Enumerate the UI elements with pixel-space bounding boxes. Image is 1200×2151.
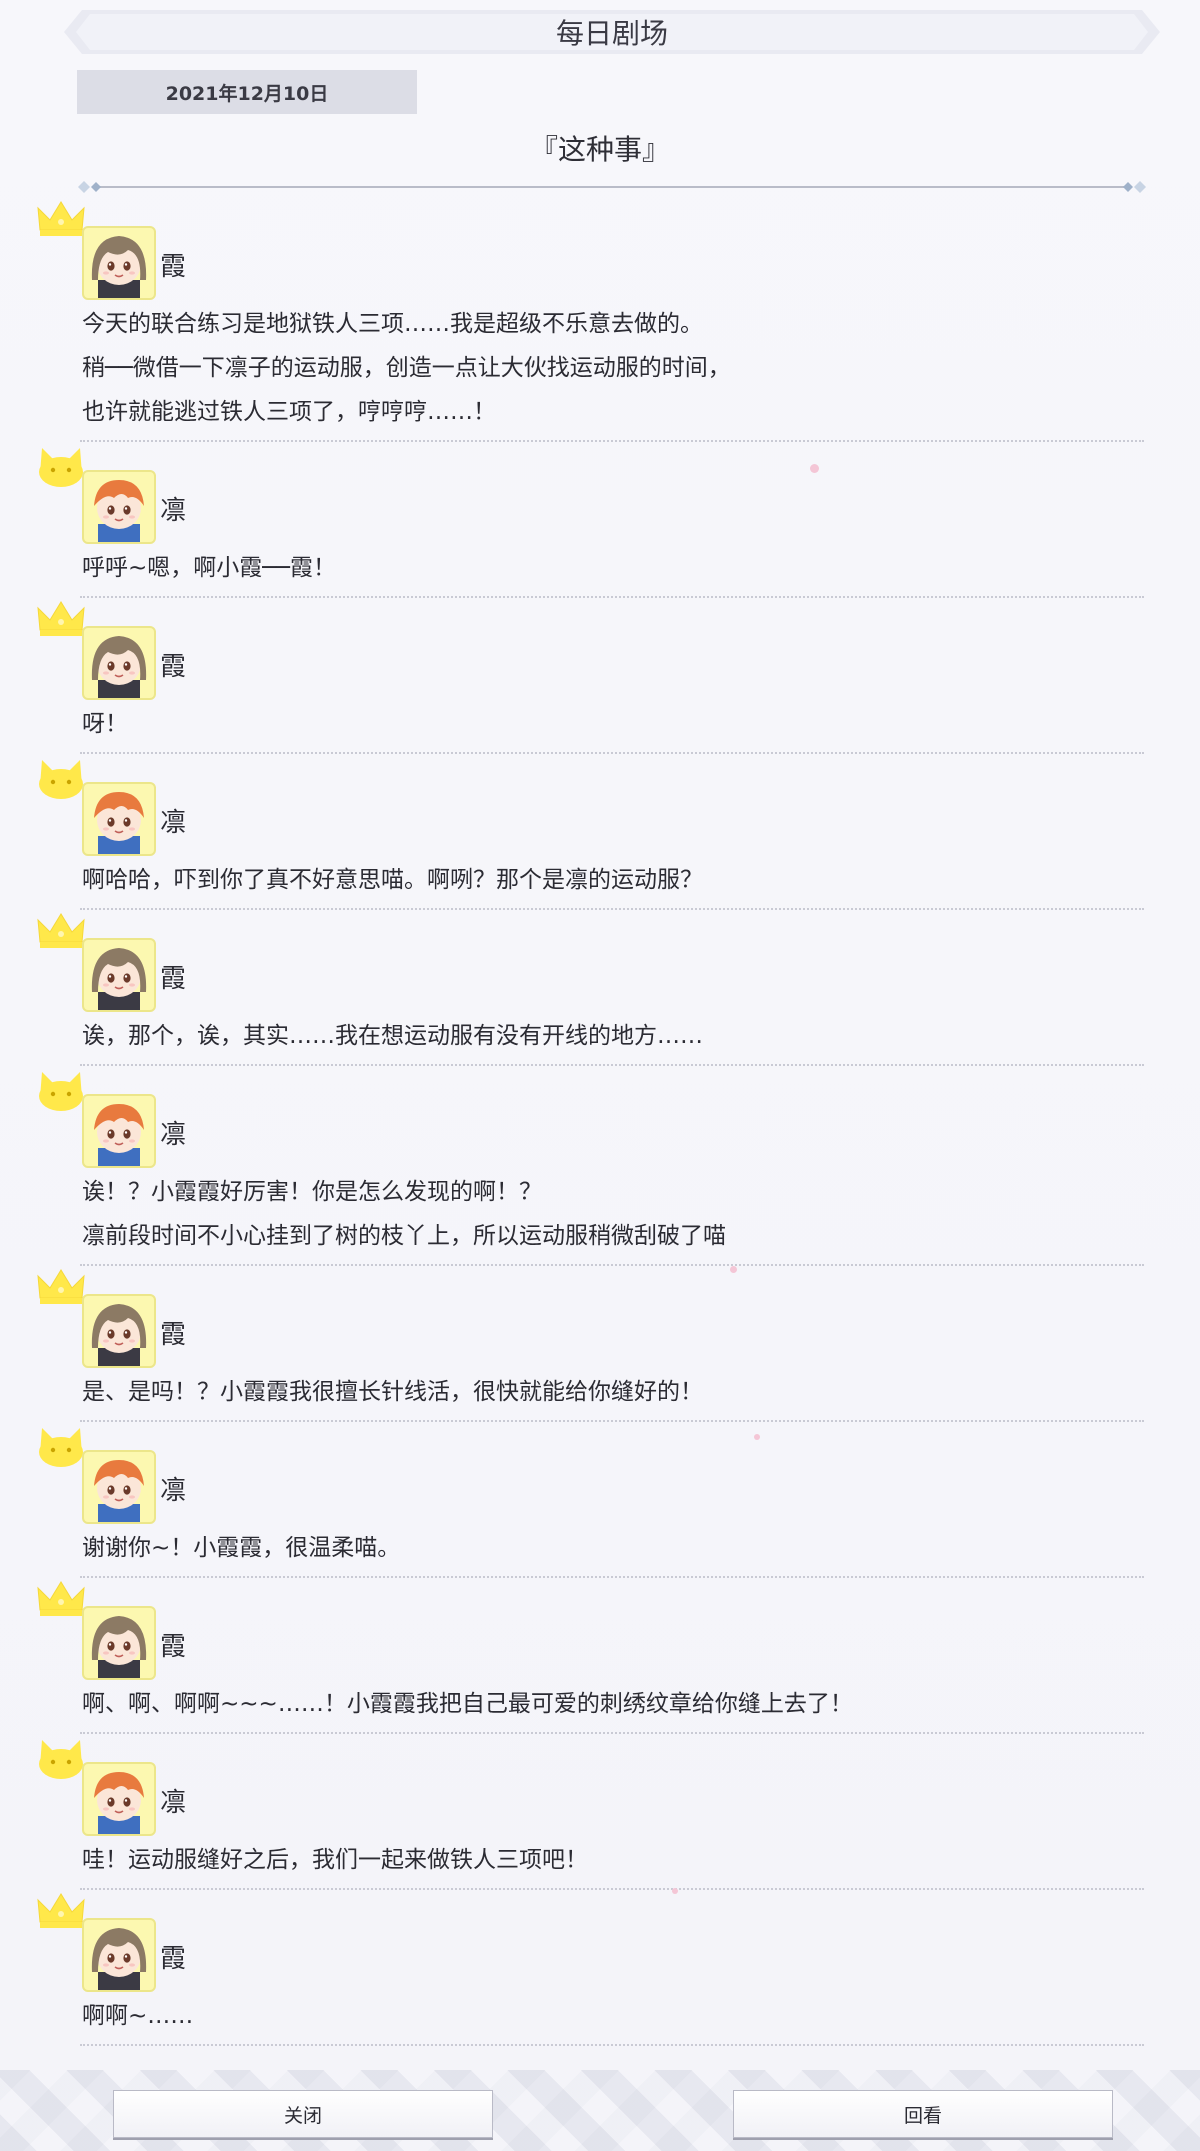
speaker-name: 霞 <box>160 1944 187 1974</box>
dialogue-text: 呼呼~嗯，啊小霞──霞！ <box>82 546 336 590</box>
chibi-face-icon <box>91 1928 147 1990</box>
dialogue-line: 啊哈哈，吓到你了真不好意思喵。啊咧？那个是凛的运动服？ <box>82 867 703 893</box>
speaker-name: 霞 <box>160 964 187 994</box>
dialogue-text: 诶，那个，诶，其实……我在想运动服有没有开线的地方…… <box>82 1014 703 1058</box>
dialogue-text: 啊、啊、啊啊~~~……！小霞霞我把自己最可爱的刺绣纹章给你缝上去了！ <box>82 1682 853 1726</box>
cat-icon <box>39 1072 83 1111</box>
speaker-name: 霞 <box>160 1632 187 1662</box>
episode-title: 『这种事』 <box>529 133 670 166</box>
avatar <box>82 1094 156 1168</box>
page-title: 每日剧场 <box>555 17 668 50</box>
speaker-name: 凛 <box>160 808 187 838</box>
dialogue-line: 啊、啊、啊啊~~~……！小霞霞我把自己最可爱的刺绣纹章给你缝上去了！ <box>82 1691 853 1717</box>
dialogue-line: 诶！？小霞霞好厉害！你是怎么发现的啊！？ <box>82 1179 542 1205</box>
dialogue-line: 稍──微借一下凛子的运动服，创造一点让大伙找运动服的时间， <box>82 355 731 381</box>
chibi-face-icon <box>94 480 144 542</box>
date-label: 2021年12月10日 <box>165 82 329 105</box>
crown-icon <box>37 601 85 636</box>
dialogue-separator <box>80 1064 1144 1066</box>
chibi-face-icon <box>94 792 144 854</box>
dialogue-line: 呼呼~嗯，啊小霞──霞！ <box>82 555 336 581</box>
crown-icon <box>37 1581 85 1616</box>
dialogue-separator <box>80 1576 1144 1578</box>
speaker-name: 霞 <box>160 252 187 282</box>
dialogue-text: 呀！ <box>82 702 128 746</box>
crown-icon <box>37 913 85 948</box>
close-button[interactable]: 关闭 <box>113 2090 493 2138</box>
crown-icon <box>37 201 85 236</box>
date-tag: 2021年12月10日 <box>77 70 417 114</box>
dialogue-text: 哇！运动服缝好之后，我们一起来做铁人三项吧！ <box>82 1838 588 1882</box>
speaker-name: 霞 <box>160 652 187 682</box>
chibi-face-icon <box>94 1460 144 1522</box>
cat-icon <box>39 448 83 487</box>
sparkle-decoration <box>730 1266 737 1273</box>
sparkle-decoration <box>810 464 819 473</box>
title-divider <box>78 181 1146 193</box>
avatar <box>82 626 156 700</box>
dialogue-separator <box>80 596 1144 598</box>
chibi-face-icon <box>94 1772 144 1834</box>
avatar <box>82 1918 156 1992</box>
cat-icon <box>39 1428 83 1467</box>
chibi-face-icon <box>91 948 147 1010</box>
chibi-face-icon <box>94 1104 144 1166</box>
speaker-name: 凛 <box>160 1788 187 1818</box>
dialogue-separator <box>80 440 1144 442</box>
dialogue-line: 谢谢你~！小霞霞，很温柔喵。 <box>82 1535 401 1561</box>
cat-icon <box>39 760 83 799</box>
dialogue-text: 今天的联合练习是地狱铁人三项……我是超级不乐意去做的。稍──微借一下凛子的运动服… <box>82 302 731 434</box>
dialogue-text: 啊啊~…… <box>82 1994 193 2038</box>
dialogue-text: 啊哈哈，吓到你了真不好意思喵。啊咧？那个是凛的运动服？ <box>82 858 703 902</box>
avatar <box>82 1450 156 1524</box>
dialogue-line: 诶，那个，诶，其实……我在想运动服有没有开线的地方…… <box>82 1023 703 1049</box>
speaker-name: 凛 <box>160 1120 187 1150</box>
dialogue-text: 谢谢你~！小霞霞，很温柔喵。 <box>82 1526 400 1570</box>
dialogue-line: 呀！ <box>82 711 128 737</box>
replay-button-label: 回看 <box>903 2104 942 2127</box>
dialogue-line: 凛前段时间不小心挂到了树的枝丫上，所以运动服稍微刮破了喵 <box>82 1223 726 1249</box>
dialogue-line: 啊啊~…… <box>82 2003 194 2029</box>
title-banner: 每日剧场 <box>64 10 1160 54</box>
chibi-face-icon <box>91 236 147 298</box>
dialogue-text: 诶！？小霞霞好厉害！你是怎么发现的啊！？ 凛前段时间不小心挂到了树的枝丫上，所以运… <box>82 1170 726 1258</box>
speaker-name: 凛 <box>160 496 187 526</box>
dialogue-line: 是、是吗！？小霞霞我很擅长针线活，很快就能给你缝好的！ <box>82 1379 703 1405</box>
avatar <box>82 1606 156 1680</box>
sparkle-decoration <box>672 1888 678 1894</box>
dialogue-line: 今天的联合练习是地狱铁人三项……我是超级不乐意去做的。 <box>82 311 703 337</box>
replay-button[interactable]: 回看 <box>733 2090 1113 2138</box>
dialogue-separator <box>80 908 1144 910</box>
avatar <box>82 782 156 856</box>
speaker-name: 凛 <box>160 1476 187 1506</box>
avatar <box>82 226 156 300</box>
chibi-face-icon <box>91 1616 147 1678</box>
cat-icon <box>39 1740 83 1779</box>
crown-icon <box>37 1269 85 1304</box>
dialogue-separator <box>80 1732 1144 1734</box>
crown-icon <box>37 1893 85 1928</box>
chibi-face-icon <box>91 636 147 698</box>
dialogue-separator <box>80 1888 1144 1890</box>
sparkle-decoration <box>754 1434 760 1440</box>
avatar <box>82 938 156 1012</box>
dialogue-text: 是、是吗！？小霞霞我很擅长针线活，很快就能给你缝好的！ <box>82 1370 703 1414</box>
dialogue-separator <box>80 1420 1144 1422</box>
dialogue-line: 哇！运动服缝好之后，我们一起来做铁人三项吧！ <box>82 1847 588 1873</box>
avatar <box>82 470 156 544</box>
avatar <box>82 1762 156 1836</box>
speaker-name: 霞 <box>160 1320 187 1350</box>
dialogue-separator <box>80 752 1144 754</box>
dialogue-separator <box>80 1264 1144 1266</box>
close-button-label: 关闭 <box>283 2104 322 2127</box>
dialogue-line: 也许就能逃过铁人三项了，哼哼哼……！ <box>82 399 496 425</box>
daily-theater-page: 每日剧场 2021年12月10日 『这种事』 霞今天的联合练习是地狱铁人三项……… <box>0 0 1200 2151</box>
avatar <box>82 1294 156 1368</box>
chibi-face-icon <box>91 1304 147 1366</box>
dialogue-separator <box>80 2044 1144 2046</box>
